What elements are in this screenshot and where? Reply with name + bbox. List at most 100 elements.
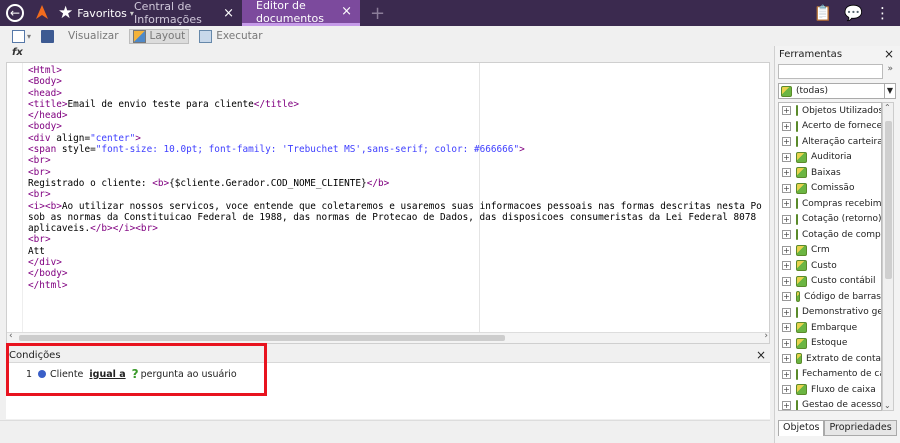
code-line[interactable]: </html> — [28, 280, 762, 291]
close-icon[interactable]: × — [884, 47, 894, 61]
expand-icon[interactable]: + — [782, 230, 791, 240]
code-line[interactable]: </head> — [28, 110, 762, 121]
expand-icon[interactable]: + — [782, 106, 791, 116]
code-line[interactable]: sob as normas da Constituicao Federal de… — [28, 212, 762, 223]
expand-icon[interactable]: + — [782, 292, 791, 302]
tree-item[interactable]: + Fechamento de caixa — [779, 367, 881, 383]
code-line[interactable]: <title>Email de envio teste para cliente… — [28, 99, 762, 110]
add-tab-icon[interactable]: + — [370, 3, 385, 24]
expand-icon[interactable]: + — [782, 354, 791, 364]
tab-editor-documentos[interactable]: Editor de documentos × — [242, 0, 360, 26]
tree-item[interactable]: + Acerto de fornecedor — [779, 119, 881, 135]
expand-icon[interactable]: + — [782, 400, 791, 410]
tree-item[interactable]: + Cotação de compra — [779, 227, 881, 243]
code-line[interactable]: <br> — [28, 234, 762, 245]
tree-item[interactable]: + Extrato de conta — [779, 351, 881, 367]
tree-item[interactable]: + Comissão — [779, 181, 881, 197]
expand-icon[interactable]: + — [782, 323, 791, 333]
code-line[interactable]: <span style="font-size: 10.0pt; font-fam… — [28, 144, 762, 155]
expand-icon[interactable]: + — [782, 307, 791, 317]
expand-icon[interactable]: + — [782, 168, 791, 178]
expand-icon[interactable]: + — [782, 121, 791, 131]
expand-icon[interactable]: + — [782, 261, 791, 271]
code-line[interactable]: <br> — [28, 155, 762, 166]
condition-row[interactable]: 1 Cliente igual a ? pergunta ao usuário — [26, 367, 237, 381]
code-line[interactable]: <i><b>Ao utilizar nossos servicos, voce … — [28, 201, 762, 212]
tree-item[interactable]: + Cotação (retorno) — [779, 212, 881, 228]
close-icon[interactable]: × — [223, 6, 234, 21]
code-text[interactable]: <Html> <Body> <head> <title>Email de envio … — [28, 65, 762, 291]
expand-icon[interactable]: + — [782, 369, 791, 379]
chat-icon[interactable]: 💬 — [844, 5, 863, 21]
new-document-button[interactable]: ▾ — [12, 29, 31, 43]
expand-icon[interactable]: + — [782, 137, 791, 147]
code-line[interactable]: <body> — [28, 121, 762, 132]
code-line[interactable]: <br> — [28, 189, 762, 200]
back-icon[interactable]: ← — [6, 4, 24, 22]
horizontal-scrollbar[interactable]: ‹ › — [7, 331, 769, 343]
code-line[interactable]: aplicaveis.</b></i><br> — [28, 223, 762, 234]
more-vertical-icon[interactable]: ⋮ — [875, 5, 890, 21]
expand-icon[interactable]: + — [782, 183, 791, 193]
condition-operator[interactable]: igual a — [89, 369, 125, 380]
close-icon[interactable]: × — [756, 348, 766, 362]
close-icon[interactable]: × — [341, 4, 352, 19]
scroll-up-icon[interactable]: ⌃ — [884, 103, 891, 112]
chevron-down-icon[interactable]: ▼ — [884, 84, 895, 98]
condition-bullet-icon — [38, 370, 47, 378]
expand-icon[interactable]: + — [782, 338, 791, 348]
tools-tree[interactable]: + Objetos Utilizados + Acerto de fornecedor… — [778, 102, 882, 411]
function-icon[interactable]: fx — [12, 47, 23, 58]
visualizar-button[interactable]: Visualizar — [68, 30, 119, 42]
code-line[interactable]: <Body> — [28, 76, 762, 87]
tab-propriedades[interactable]: Propriedades — [824, 420, 897, 436]
clipboard-icon[interactable]: 📋 — [814, 5, 833, 21]
expand-icon[interactable]: + — [782, 276, 791, 286]
tree-item[interactable]: + Demonstrativo gerencial — [779, 305, 881, 321]
save-button[interactable] — [41, 29, 58, 43]
expand-icon[interactable]: + — [782, 385, 791, 395]
tab-objetos[interactable]: Objetos — [778, 420, 825, 436]
tree-item[interactable]: + Custo — [779, 258, 881, 274]
tree-item[interactable]: + Alteração carteira — [779, 134, 881, 150]
tree-item[interactable]: + Estoque — [779, 336, 881, 352]
vertical-scrollbar[interactable]: ⌃ ⌄ — [882, 102, 894, 411]
tree-item[interactable]: + Fluxo de caixa — [779, 382, 881, 398]
expand-icon[interactable]: + — [782, 214, 791, 224]
tools-filter-select[interactable]: (todas) ▼ — [778, 83, 896, 99]
code-editor[interactable]: <Html> <Body> <head> <title>Email de envio … — [6, 62, 770, 344]
scroll-left-icon[interactable]: ‹ — [9, 331, 13, 341]
tree-item[interactable]: + Auditoria — [779, 150, 881, 166]
tree-item[interactable]: + Código de barras — [779, 289, 881, 305]
code-line[interactable]: Att — [28, 246, 762, 257]
condition-value[interactable]: pergunta ao usuário — [141, 369, 237, 380]
code-line[interactable]: <head> — [28, 88, 762, 99]
code-line[interactable]: <div align="center"> — [28, 133, 762, 144]
tree-item[interactable]: + Compras recebimento — [779, 196, 881, 212]
expand-icon[interactable]: + — [782, 199, 791, 209]
code-line[interactable]: <br> — [28, 167, 762, 178]
expand-panel-icon[interactable]: » — [887, 64, 893, 74]
code-line[interactable]: </div> — [28, 257, 762, 268]
expand-icon[interactable]: + — [782, 152, 791, 162]
tree-item[interactable]: + Crm — [779, 243, 881, 259]
scroll-right-icon[interactable]: › — [764, 331, 768, 341]
layout-button[interactable]: Layout — [128, 28, 190, 44]
tools-search-input[interactable] — [778, 64, 883, 79]
code-line[interactable]: </body> — [28, 268, 762, 279]
code-line[interactable]: Registrado o cliente: <b>{$cliente.Gerad… — [28, 178, 762, 189]
tree-item[interactable]: + Baixas — [779, 165, 881, 181]
scrollbar-thumb[interactable] — [19, 335, 505, 341]
condition-field[interactable]: Cliente — [50, 369, 83, 380]
executar-button[interactable]: Executar — [199, 29, 263, 43]
tree-item[interactable]: + Gestao de acesso — [779, 398, 881, 410]
tree-item[interactable]: + Custo contábil — [779, 274, 881, 290]
tab-central-informacoes[interactable]: Central de Informações × — [120, 0, 242, 26]
tree-item[interactable]: + Embarque — [779, 320, 881, 336]
scroll-down-icon[interactable]: ⌄ — [884, 401, 891, 410]
tree-item[interactable]: + Objetos Utilizados — [779, 103, 881, 119]
top-bar: ← ★ Favoritos ▾ Central de Informações ×… — [0, 0, 900, 26]
scrollbar-thumb[interactable] — [885, 121, 892, 279]
expand-icon[interactable]: + — [782, 245, 791, 255]
code-line[interactable]: <Html> — [28, 65, 762, 76]
